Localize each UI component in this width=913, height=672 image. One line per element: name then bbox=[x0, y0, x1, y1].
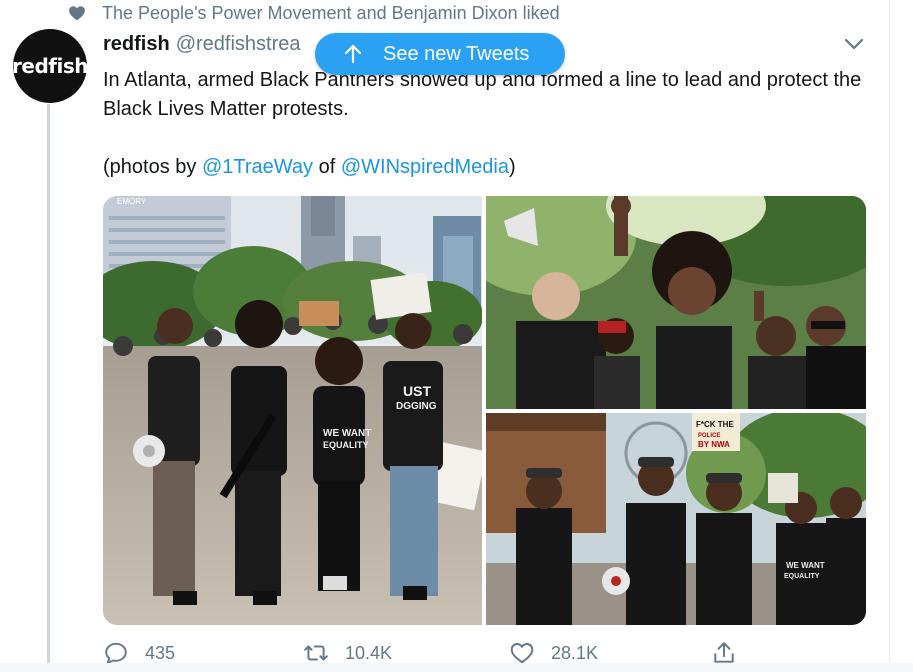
avatar-logo-text: redfish bbox=[12, 54, 88, 78]
sign-text: EMORY bbox=[117, 197, 147, 206]
mention-link[interactable]: @WINspiredMedia bbox=[341, 156, 509, 178]
mention-link[interactable]: @1TraeWay bbox=[202, 156, 313, 178]
sign-text: EQUALITY bbox=[323, 440, 369, 450]
heart-icon bbox=[69, 6, 85, 21]
display-name[interactable]: redfish bbox=[103, 33, 170, 56]
media-grid: EMORY WE WANT EQUALITY UST DGGING F*CK T… bbox=[103, 196, 866, 625]
sign-text: WE WANT bbox=[323, 428, 371, 439]
photo-march-line[interactable]: F*CK THE POLICE BY NWA WE WANT EQUALITY bbox=[486, 413, 866, 625]
sign-text: F*CK THE bbox=[696, 420, 734, 429]
credit-prefix: (photos by bbox=[103, 156, 202, 178]
social-context-text: The People's Power Movement and Benjamin… bbox=[102, 2, 560, 23]
reply-count: 435 bbox=[145, 642, 176, 663]
retweet-count: 10.4K bbox=[345, 642, 393, 663]
chevron-down-icon[interactable] bbox=[843, 36, 865, 52]
see-new-tweets-label: See new Tweets bbox=[383, 42, 530, 65]
social-context[interactable]: The People's Power Movement and Benjamin… bbox=[68, 2, 560, 24]
sign-text: BY NWA bbox=[698, 440, 730, 449]
photo-march-street[interactable]: EMORY WE WANT EQUALITY UST DGGING bbox=[103, 196, 482, 625]
handle[interactable]: @redfishstrea bbox=[176, 33, 301, 56]
arrow-up-icon bbox=[344, 44, 362, 64]
photo-raised-fists[interactable] bbox=[486, 196, 866, 409]
sign-text: DGGING bbox=[396, 401, 437, 412]
bottom-edge bbox=[0, 663, 913, 672]
sign-text: EQUALITY bbox=[784, 573, 820, 580]
sign-text: WE WANT bbox=[786, 561, 825, 570]
thread-line bbox=[47, 104, 50, 672]
see-new-tweets-button[interactable]: See new Tweets bbox=[315, 33, 565, 75]
avatar[interactable]: redfish bbox=[12, 29, 88, 103]
credit-suffix: ) bbox=[508, 156, 516, 178]
credit-middle: of bbox=[313, 156, 341, 178]
photo-credit: (photos by @1TraeWay of @WINspiredMedia) bbox=[103, 153, 873, 182]
tweet-header: redfish @redfishstrea bbox=[103, 33, 300, 56]
like-count: 28.1K bbox=[551, 642, 599, 663]
sign-text: POLICE bbox=[698, 433, 720, 439]
tweet-text: In Atlanta, armed Black Panthers showed … bbox=[103, 66, 873, 182]
timeline-feed: The People's Power Movement and Benjamin… bbox=[0, 0, 890, 672]
sign-text: UST bbox=[403, 383, 431, 399]
scrollbar[interactable] bbox=[890, 0, 913, 672]
